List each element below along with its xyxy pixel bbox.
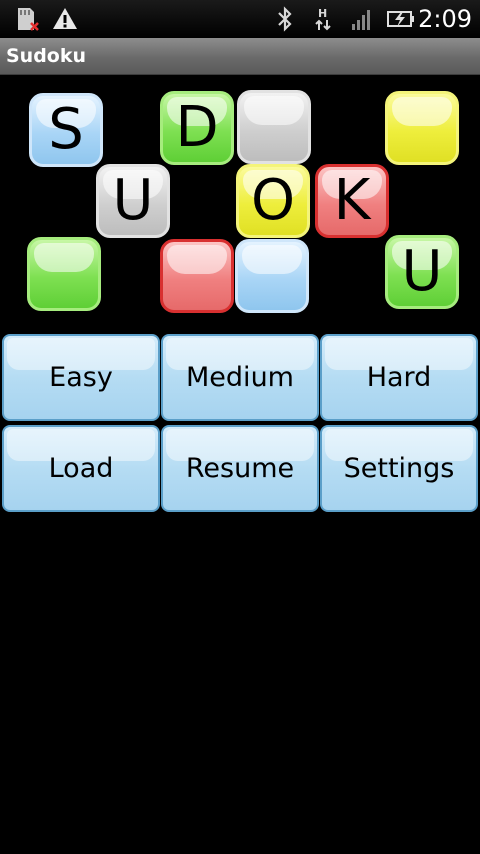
- resume-button-label: Resume: [185, 453, 295, 484]
- status-bar: H 2:09: [0, 0, 480, 38]
- medium-button-label: Medium: [186, 362, 294, 393]
- logo-tile: K: [315, 164, 389, 238]
- hard-button-label: Hard: [366, 362, 432, 393]
- logo-tile: [160, 239, 234, 313]
- load-button-label: Load: [48, 453, 114, 484]
- easy-button[interactable]: Easy: [2, 334, 160, 421]
- medium-button[interactable]: Medium: [161, 334, 319, 421]
- hspa-data-icon: H: [315, 7, 331, 31]
- battery-charging-icon: [387, 11, 414, 27]
- hard-button[interactable]: Hard: [320, 334, 478, 421]
- settings-button[interactable]: Settings: [320, 425, 478, 512]
- bluetooth-icon: [278, 6, 292, 32]
- sudoku-logo: S D U O K U: [0, 75, 480, 330]
- signal-strength-icon: [352, 10, 370, 30]
- load-button[interactable]: Load: [2, 425, 160, 512]
- sd-card-removed-icon: [18, 8, 39, 31]
- logo-tile: [235, 239, 309, 313]
- logo-tile: S: [29, 93, 103, 167]
- clock: 2:09: [418, 5, 472, 33]
- settings-button-label: Settings: [343, 453, 455, 484]
- logo-tile: O: [236, 164, 310, 238]
- main-menu: Easy Medium Hard Load Resume Settings: [2, 334, 478, 512]
- title-bar: Sudoku: [0, 38, 480, 75]
- logo-tile: U: [385, 235, 459, 309]
- svg-text:H: H: [318, 7, 327, 20]
- resume-button[interactable]: Resume: [161, 425, 319, 512]
- easy-button-label: Easy: [49, 362, 113, 393]
- logo-tile: [237, 90, 311, 164]
- logo-tile: D: [160, 91, 234, 165]
- logo-tile: U: [96, 164, 170, 238]
- logo-tile: [385, 91, 459, 165]
- app-title: Sudoku: [6, 45, 87, 67]
- warning-icon: [53, 8, 77, 29]
- logo-tile: [27, 237, 101, 311]
